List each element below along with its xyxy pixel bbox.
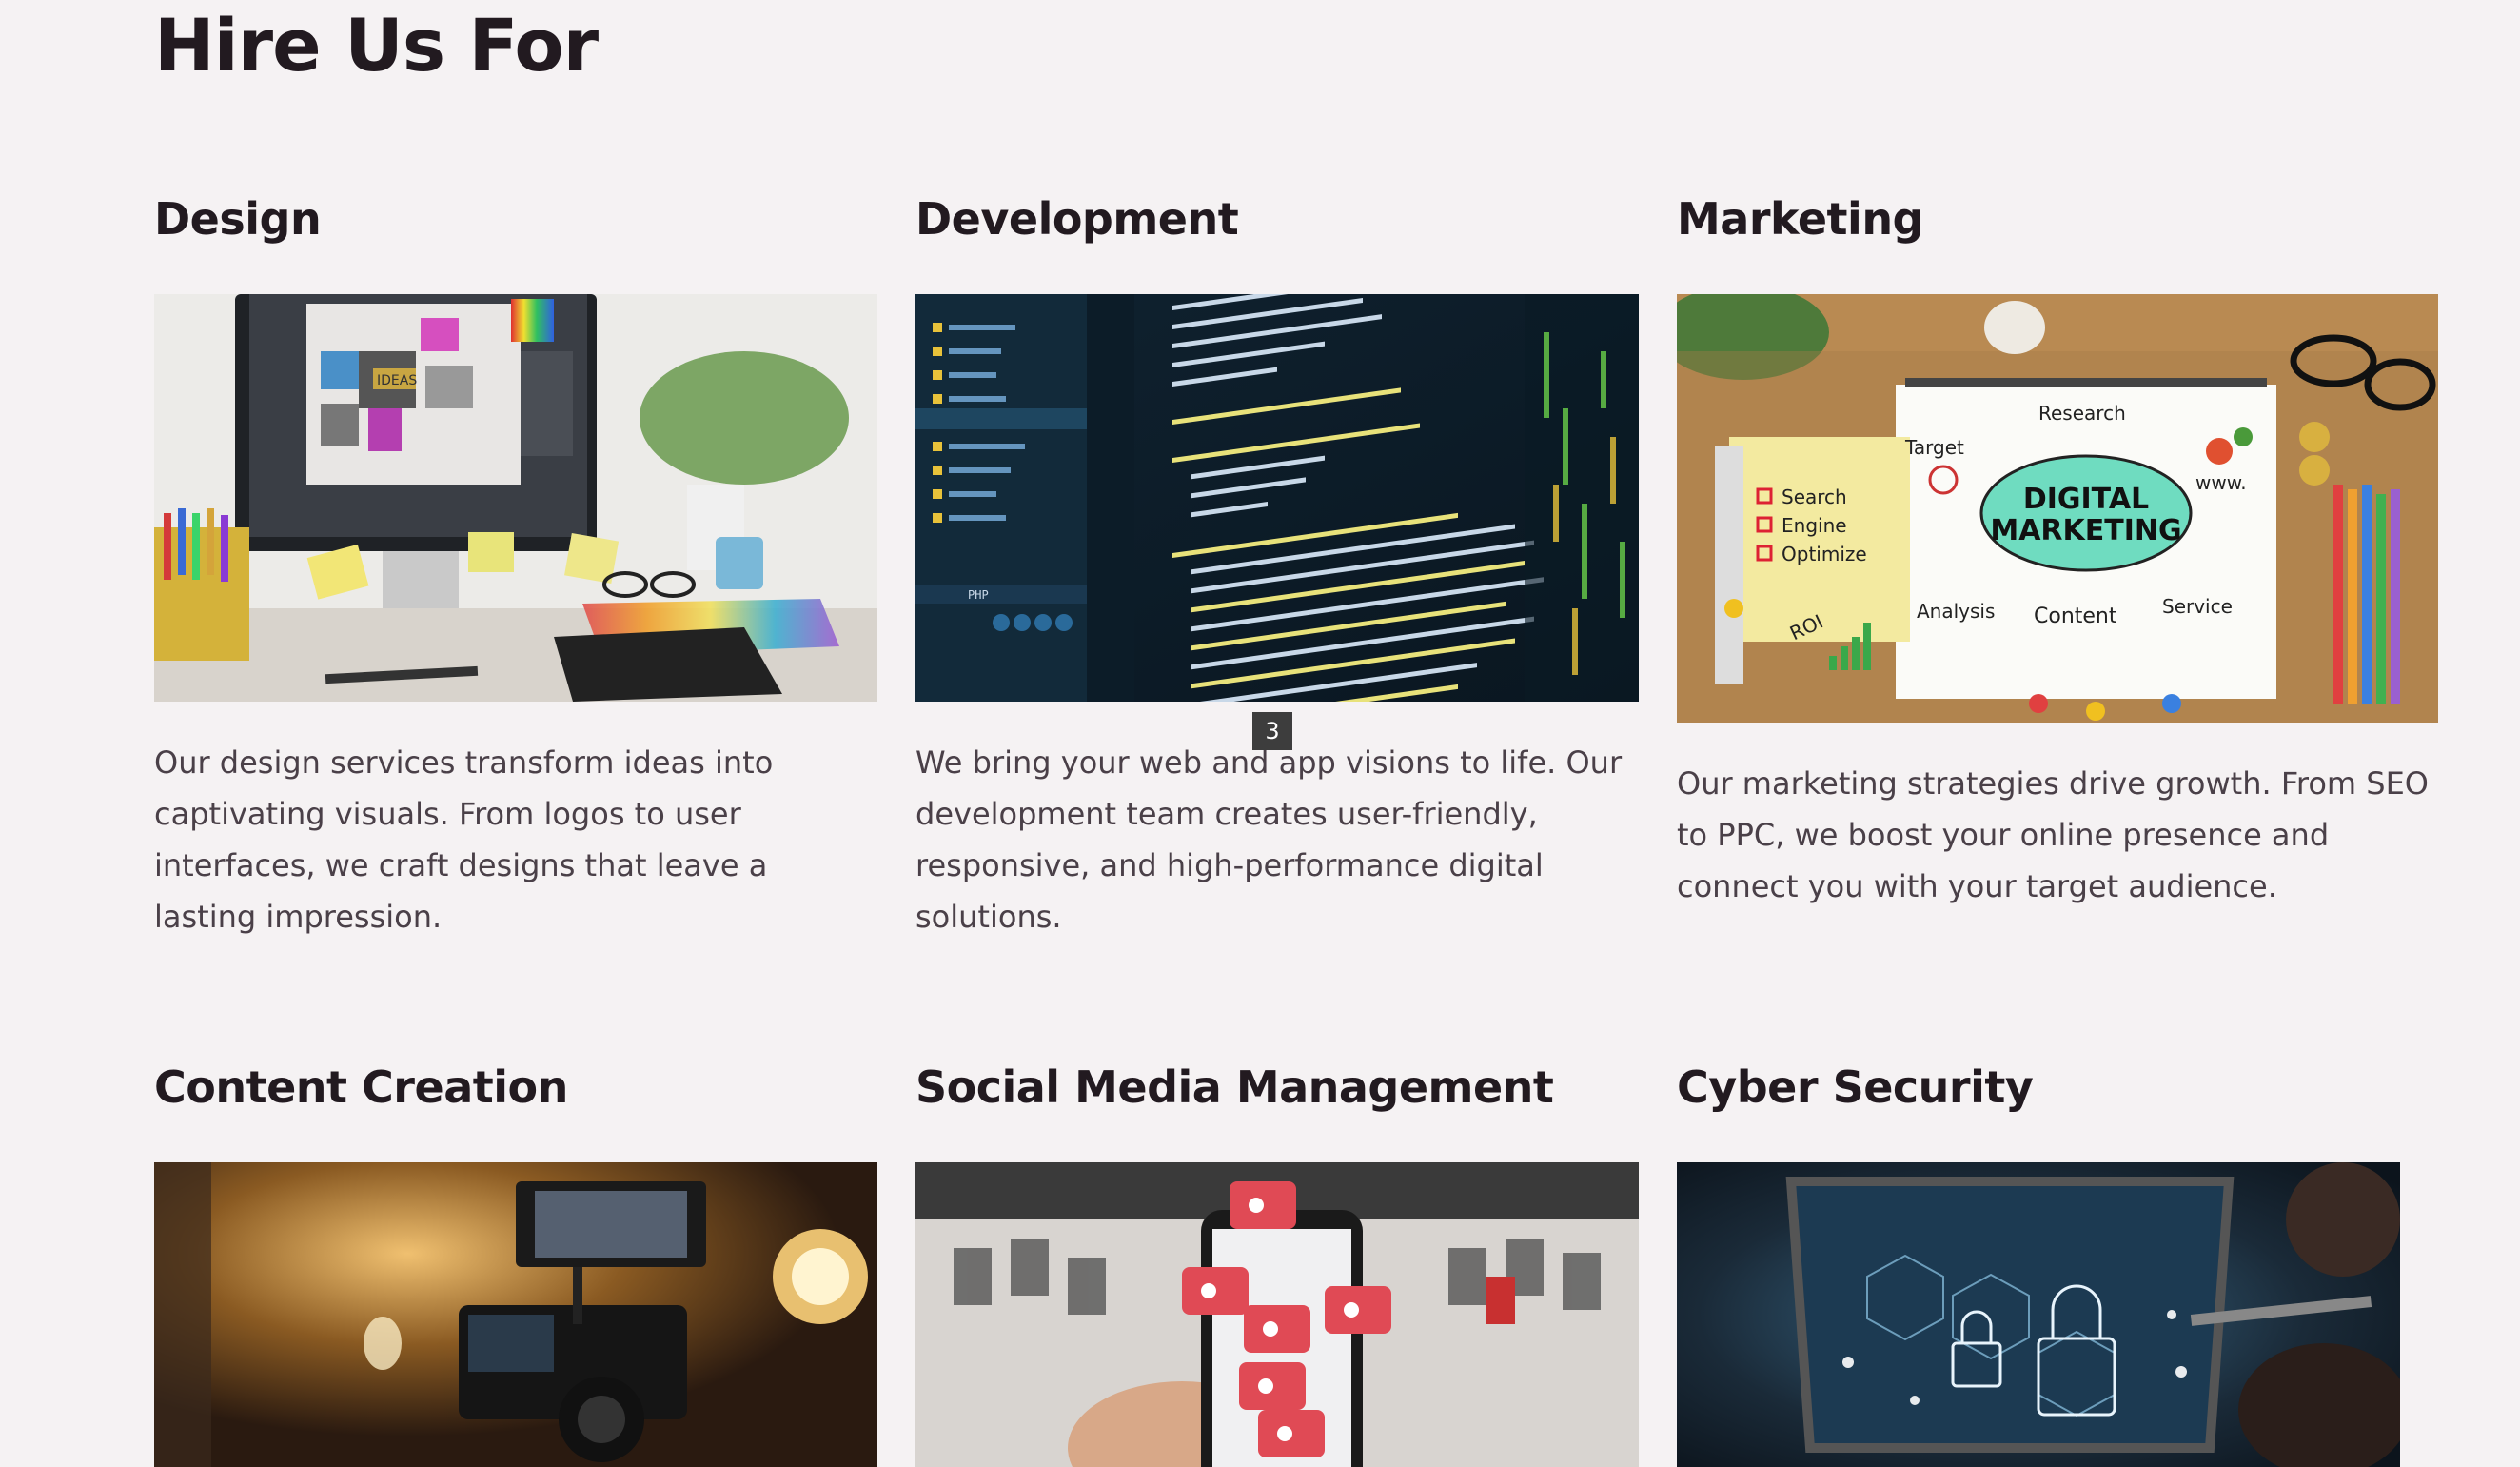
service-title: Development bbox=[915, 193, 1239, 245]
service-description: Our marketing strategies drive growth. F… bbox=[1677, 765, 2429, 904]
design-image: IDEAS bbox=[154, 294, 877, 702]
service-title: Design bbox=[154, 193, 322, 245]
service-title: Social Media Management bbox=[915, 1061, 1554, 1113]
www-label: www. bbox=[2195, 471, 2247, 494]
service-title: Content Creation bbox=[154, 1061, 568, 1113]
service-card-development: Development PHP We bring your web and ap… bbox=[915, 190, 1639, 935]
note-engine: Engine bbox=[1782, 514, 1847, 537]
marketing-image: Search Engine Optimize ROI DIGITAL MARKE… bbox=[1677, 294, 2438, 723]
ideas-label: IDEAS bbox=[377, 373, 417, 388]
note-optimize: Optimize bbox=[1782, 543, 1867, 565]
content-creation-image bbox=[154, 1162, 877, 1467]
service-card-marketing: Marketing Search Engine Optimize ROI DIG… bbox=[1677, 190, 2438, 904]
note-search: Search bbox=[1782, 486, 1847, 508]
service-card-social-media: Social Media Management bbox=[915, 1059, 1639, 1467]
slide-number-badge[interactable]: 3 bbox=[1252, 712, 1292, 750]
analysis-label: Analysis bbox=[1917, 600, 1995, 623]
php-tab-label: PHP bbox=[968, 588, 989, 602]
target-label: Target bbox=[1904, 436, 1964, 459]
research-label: Research bbox=[2038, 402, 2126, 425]
page-title: Hire Us For bbox=[154, 3, 599, 88]
service-label: Service bbox=[2162, 595, 2233, 618]
service-card-cyber-security: Cyber Security bbox=[1677, 1059, 2400, 1467]
marketing-label: MARKETING bbox=[1990, 514, 2181, 547]
social-media-image bbox=[915, 1162, 1639, 1467]
service-card-content-creation: Content Creation bbox=[154, 1059, 877, 1467]
service-description: Our design services transform ideas into… bbox=[154, 744, 774, 935]
service-description: We bring your web and app visions to lif… bbox=[915, 744, 1623, 935]
service-title: Cyber Security bbox=[1677, 1061, 2034, 1113]
cyber-security-image bbox=[1677, 1162, 2400, 1467]
service-title: Marketing bbox=[1677, 193, 1924, 245]
digital-label: DIGITAL bbox=[2023, 483, 2149, 516]
service-card-design: Design IDEAS Our design services transfo… bbox=[154, 190, 877, 935]
development-image: PHP bbox=[915, 294, 1639, 702]
content-label: Content bbox=[2034, 605, 2117, 628]
